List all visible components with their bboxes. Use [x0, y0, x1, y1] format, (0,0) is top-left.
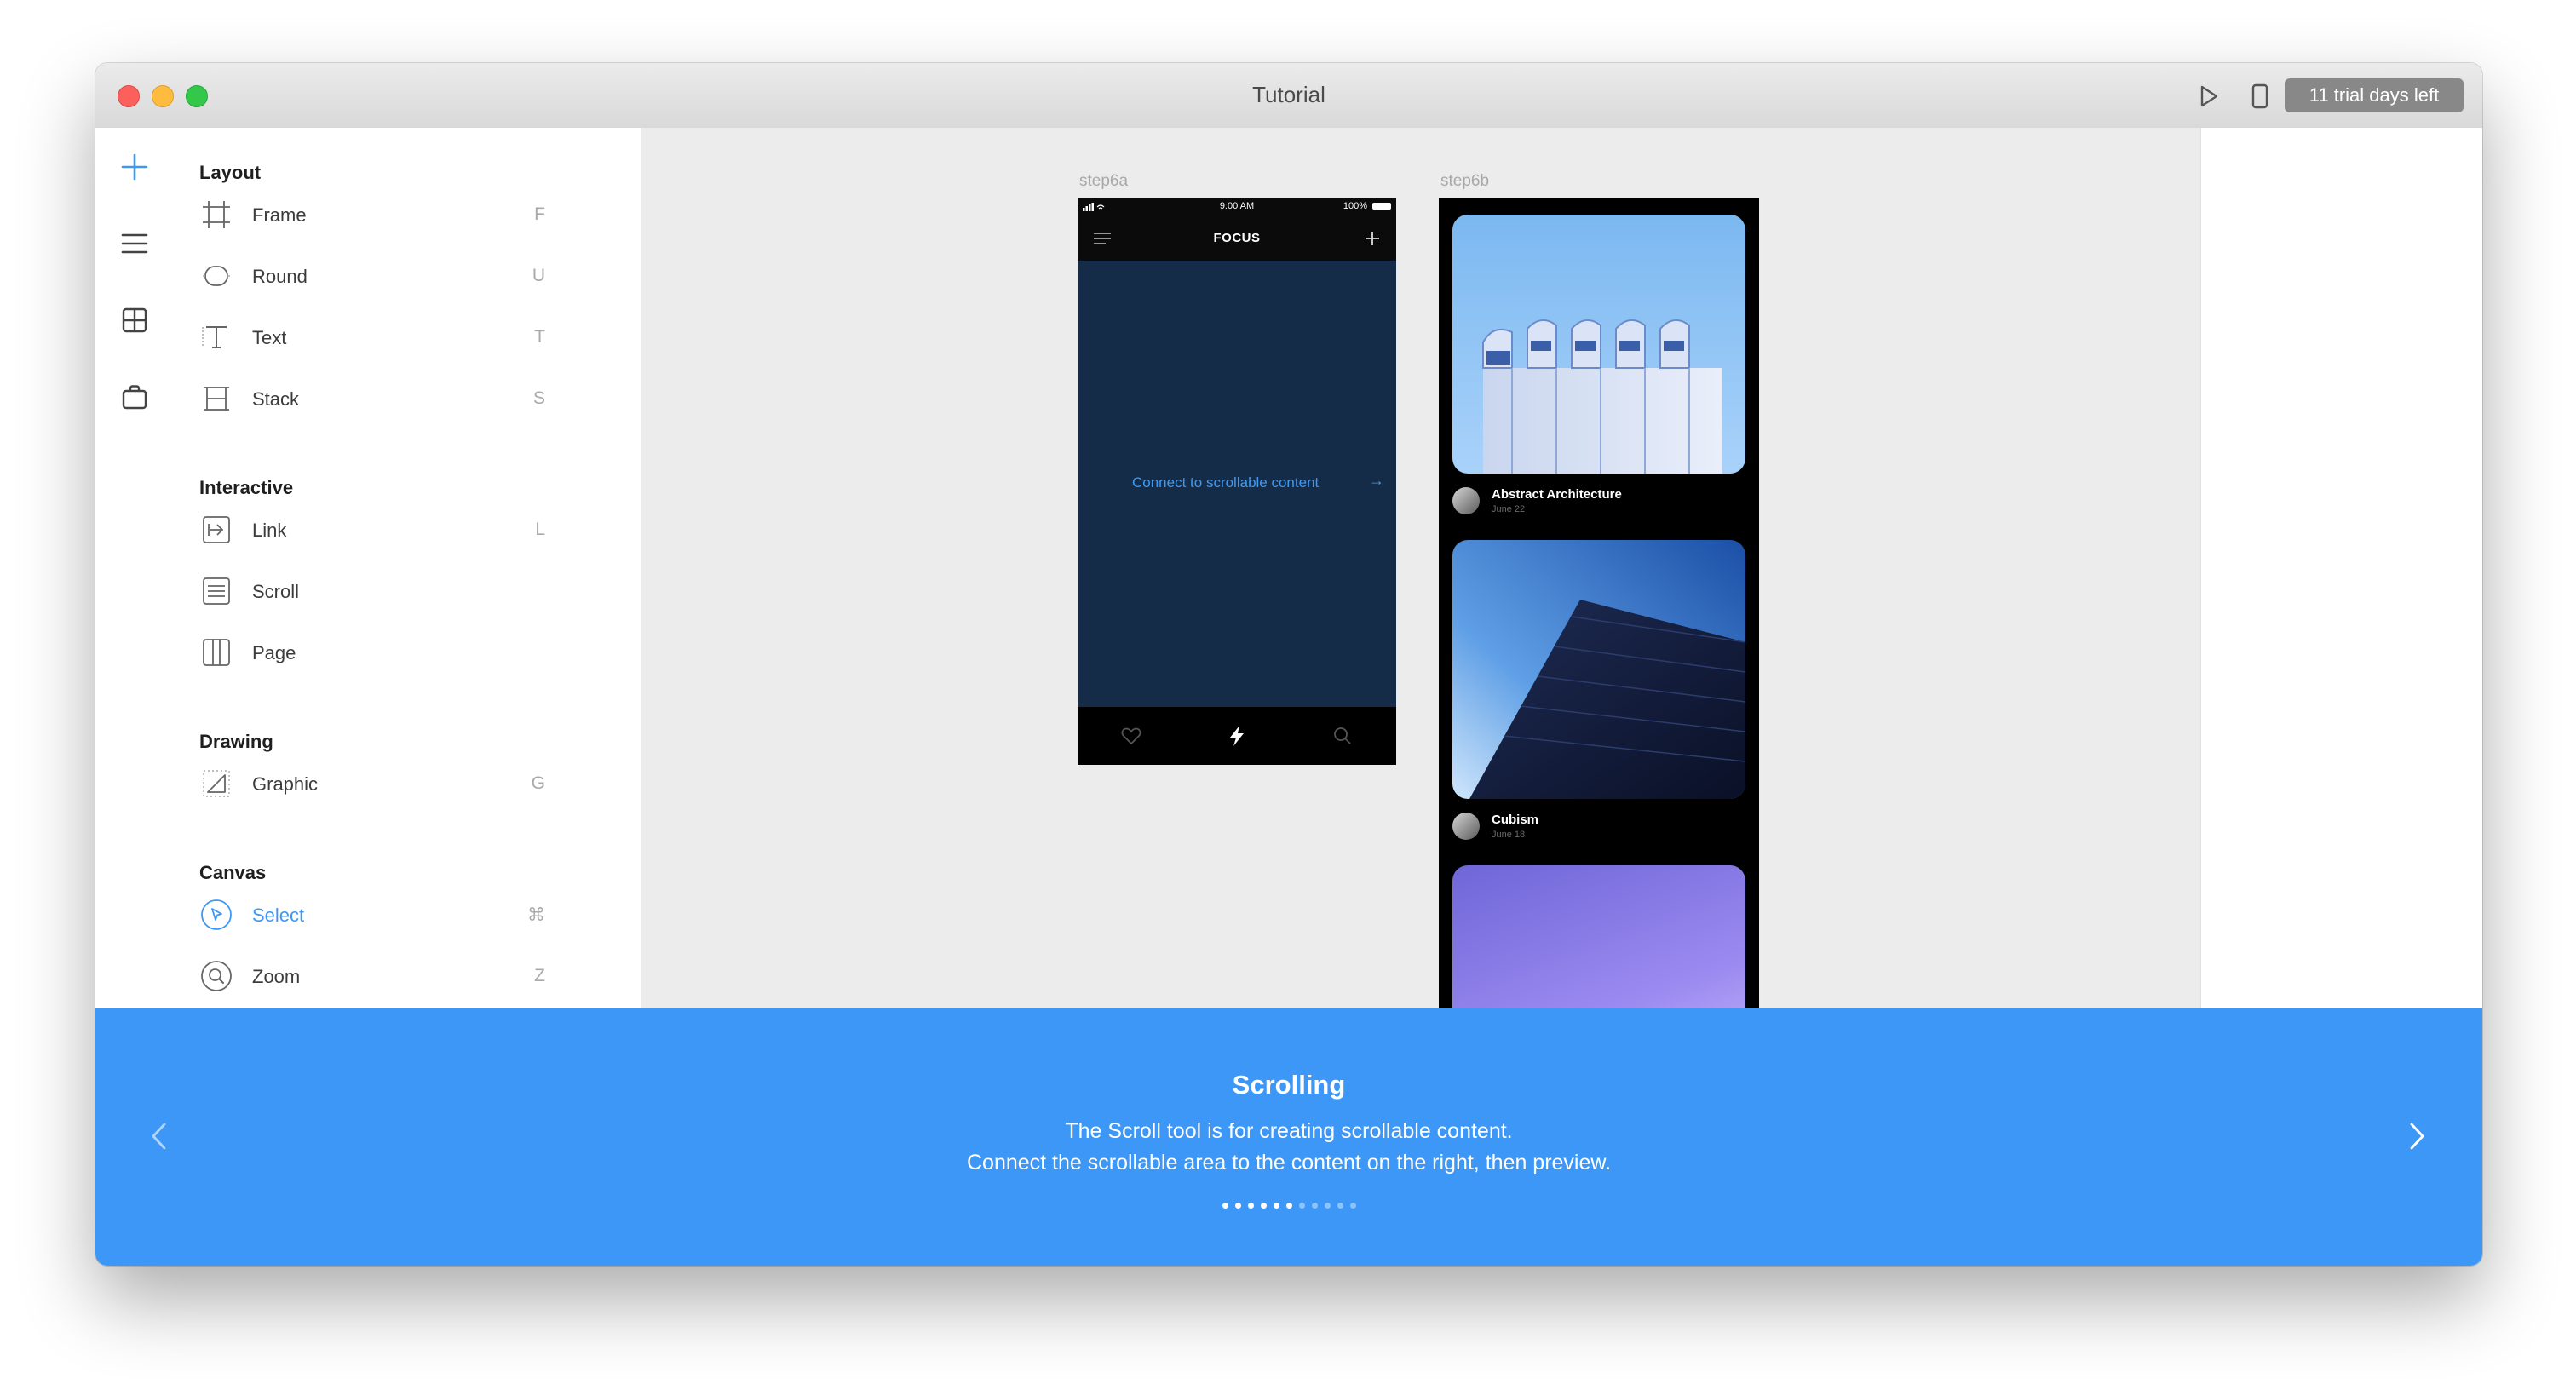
frame-step6b[interactable]: Abstract Architecture June 22 Cubism Jun…	[1439, 198, 1759, 1071]
step-dot[interactable]	[1273, 1203, 1279, 1209]
tool-scroll[interactable]: Scroll	[199, 572, 545, 615]
page-icon	[199, 635, 233, 669]
phone-tab-bar	[1078, 707, 1396, 765]
tool-label: Round	[252, 266, 308, 287]
tool-shortcut: T	[534, 327, 545, 347]
round-icon	[199, 259, 233, 293]
phone-nav-bar: FOCUS	[1078, 215, 1396, 261]
device-icon[interactable]	[2245, 82, 2274, 111]
tools-panel: Layout Frame F Round U Text T Stack S In…	[174, 128, 641, 1071]
phone-nav-title: FOCUS	[1213, 231, 1261, 245]
tool-label: Page	[252, 642, 296, 663]
play-icon[interactable]	[2194, 82, 2223, 111]
post-date: June 18	[1492, 830, 1526, 840]
step-dot[interactable]	[1298, 1203, 1305, 1209]
post-title: Abstract Architecture	[1492, 487, 1622, 502]
step-dot[interactable]	[1311, 1203, 1318, 1209]
tool-label: Scroll	[252, 581, 300, 602]
chevron-right-icon	[2410, 1123, 2424, 1150]
heart-icon	[1119, 724, 1143, 748]
status-bar: 9:00 AM 100%	[1078, 198, 1396, 215]
tool-page[interactable]: Page	[199, 634, 545, 676]
tool-graphic[interactable]: Graphic G	[199, 765, 545, 807]
tool-text[interactable]: Text T	[199, 319, 545, 361]
window-title: Tutorial	[1252, 82, 1325, 107]
tool-label: Select	[252, 905, 305, 926]
tool-frame[interactable]: Frame F	[199, 196, 545, 238]
post-title: Cubism	[1492, 813, 1539, 827]
cubism-image	[1452, 540, 1745, 799]
zoom-icon	[199, 959, 233, 993]
text-icon	[199, 320, 233, 354]
tool-shortcut: ⌘	[527, 905, 545, 925]
tool-shortcut: F	[534, 204, 545, 224]
title-bar: Tutorial 11 trial days left	[95, 63, 2482, 129]
icon-rail	[95, 128, 175, 1071]
connect-hint: Connect to scrollable content	[1132, 474, 1320, 491]
design-canvas[interactable]: step6a 9:00 AM 100% FOCUS Connect to scr…	[641, 128, 2200, 1071]
frame-step6a[interactable]: 9:00 AM 100% FOCUS Connect to scrollable…	[1078, 198, 1396, 765]
tool-select[interactable]: Select ⌘	[199, 896, 545, 939]
status-battery: 100%	[1343, 201, 1367, 211]
frame-label-step6a[interactable]: step6a	[1079, 172, 1128, 191]
tutorial-text-line-1: The Scroll tool is for creating scrollab…	[1065, 1119, 1513, 1143]
tool-zoom[interactable]: Zoom Z	[199, 957, 545, 1000]
connect-arrow-icon[interactable]: →	[1369, 472, 1384, 490]
tool-round[interactable]: Round U	[199, 257, 545, 300]
grid-icon[interactable]	[118, 303, 152, 337]
section-title-interactive: Interactive	[199, 477, 294, 498]
step-dot[interactable]	[1247, 1203, 1254, 1209]
next-step-button[interactable]	[2401, 1112, 2435, 1160]
section-title-layout: Layout	[199, 162, 262, 183]
tool-shortcut: G	[531, 773, 545, 793]
step-indicator	[95, 1203, 2482, 1209]
search-icon	[1331, 724, 1354, 748]
app-window: Tutorial 11 trial days left Layout Frame…	[95, 63, 2482, 1266]
select-icon	[199, 898, 233, 932]
tool-link[interactable]: Link L	[199, 511, 545, 554]
scrollable-area[interactable]: Connect to scrollable content →	[1078, 261, 1396, 707]
tool-label: Text	[252, 327, 287, 348]
battery-icon	[1372, 203, 1391, 210]
tool-stack[interactable]: Stack S	[199, 380, 545, 422]
tutorial-banner: Scrolling The Scroll tool is for creatin…	[95, 1008, 2482, 1266]
avatar	[1452, 487, 1480, 514]
section-title-drawing: Drawing	[199, 731, 273, 752]
step-dot[interactable]	[1324, 1203, 1331, 1209]
bag-icon[interactable]	[118, 380, 152, 414]
step-dot[interactable]	[1222, 1203, 1228, 1209]
section-title-canvas: Canvas	[199, 862, 267, 883]
step-dot[interactable]	[1260, 1203, 1267, 1209]
trial-badge[interactable]: 11 trial days left	[2285, 78, 2464, 112]
graphic-icon	[199, 767, 233, 801]
bolt-icon	[1225, 724, 1249, 748]
tutorial-text-line-2: Connect the scrollable area to the conte…	[966, 1151, 1612, 1175]
step-dot[interactable]	[1337, 1203, 1343, 1209]
link-icon	[199, 513, 233, 547]
tool-shortcut: S	[532, 388, 545, 408]
architecture-image	[1452, 215, 1745, 474]
avatar	[1452, 813, 1480, 840]
stack-icon	[199, 382, 233, 416]
tool-label: Zoom	[252, 966, 301, 987]
tool-shortcut: Z	[534, 966, 545, 985]
frame-icon	[199, 198, 233, 232]
post-date: June 22	[1492, 504, 1526, 514]
frame-label-step6b[interactable]: step6b	[1440, 172, 1489, 191]
step-dot[interactable]	[1285, 1203, 1292, 1209]
plus-icon[interactable]	[118, 150, 152, 184]
add-icon	[1366, 232, 1379, 245]
tool-label: Stack	[252, 388, 300, 410]
tool-label: Frame	[252, 204, 307, 226]
inspector-panel	[2200, 128, 2482, 1071]
tool-label: Graphic	[252, 773, 319, 795]
step-dot[interactable]	[1349, 1203, 1356, 1209]
tool-shortcut: U	[532, 266, 545, 285]
tutorial-title: Scrolling	[1232, 1070, 1346, 1100]
scroll-icon	[199, 574, 233, 608]
step-dot[interactable]	[1234, 1203, 1241, 1209]
tool-label: Link	[252, 520, 287, 541]
menu-lines-icon[interactable]	[118, 227, 152, 261]
tool-shortcut: L	[535, 520, 545, 539]
